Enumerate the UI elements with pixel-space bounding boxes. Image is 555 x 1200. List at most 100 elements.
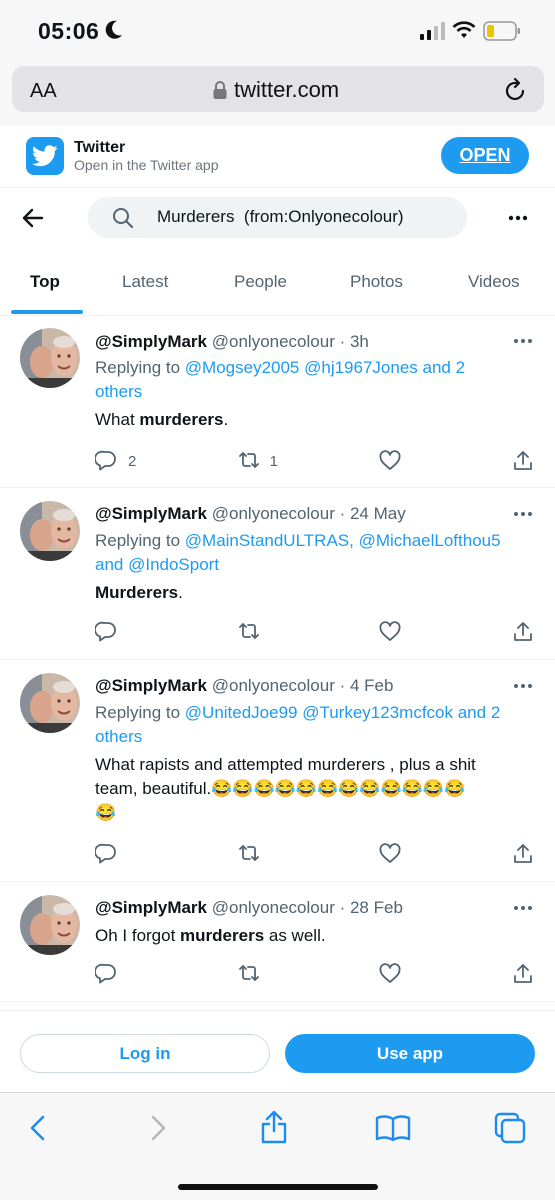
author-name[interactable]: @SimplyMark [95, 332, 207, 351]
reply-count: 2 [128, 452, 137, 470]
share-icon [514, 964, 532, 983]
more-options-icon[interactable] [513, 511, 533, 517]
back-arrow-icon[interactable] [22, 207, 44, 229]
retweet-icon [238, 965, 259, 981]
author-name[interactable]: @SimplyMark [95, 504, 207, 523]
tweet-actions [95, 962, 535, 986]
login-button[interactable]: Log in [20, 1034, 270, 1073]
wifi-icon [452, 21, 476, 38]
reply-icon [95, 963, 116, 984]
avatar[interactable] [20, 895, 80, 955]
tweet-text: What murderers. [95, 410, 229, 429]
like-button[interactable] [378, 620, 511, 644]
retweet-icon [238, 452, 259, 468]
tab-latest[interactable]: Latest [122, 272, 168, 292]
like-button[interactable] [378, 962, 511, 986]
avatar[interactable] [20, 501, 80, 561]
mention-links[interactable]: and @IndoSport [95, 555, 219, 574]
share-button[interactable] [511, 620, 535, 644]
text-size-button[interactable]: AA [30, 80, 57, 103]
bookmarks-icon[interactable] [375, 1114, 411, 1142]
handle-time: @onlyonecolour · 24 May [211, 504, 406, 523]
avatar[interactable] [20, 328, 80, 388]
avatar[interactable] [20, 673, 80, 733]
search-icon [113, 208, 134, 229]
tweet-header: @SimplyMark @onlyonecolour · 4 Feb [95, 676, 393, 696]
retweet-button[interactable]: 1 [237, 449, 379, 473]
reply-icon [95, 621, 116, 642]
banner-subtitle: Open in the Twitter app [74, 157, 219, 173]
share-icon [514, 451, 532, 470]
tweet-actions [95, 620, 535, 644]
mention-links[interactable]: @Mogsey2005 @hj1967Jones and 2 [185, 358, 465, 377]
tweet-text: Murderers. [95, 583, 183, 602]
more-options-icon[interactable] [508, 215, 528, 221]
retweet-button[interactable] [237, 962, 379, 986]
mention-links[interactable]: @MainStandULTRAS, @MichaelLofthou5 [185, 531, 501, 550]
active-tab-indicator [11, 310, 83, 314]
heart-icon [379, 963, 401, 983]
url-domain[interactable]: twitter.com [234, 77, 339, 103]
battery-icon [483, 21, 520, 41]
author-name[interactable]: @SimplyMark [95, 898, 207, 917]
reply-icon [95, 843, 116, 864]
heart-icon [379, 843, 401, 863]
mention-links[interactable]: @UnitedJoe99 @Turkey123mcfcok and 2 [185, 703, 501, 722]
reply-context: Replying to @UnitedJoe99 @Turkey123mcfco… [95, 703, 501, 746]
retweet-button[interactable] [237, 842, 379, 866]
more-options-icon[interactable] [513, 905, 533, 911]
tab-photos[interactable]: Photos [350, 272, 403, 292]
heart-icon [379, 621, 401, 641]
tweet-text: What rapists and attempted murderers , p… [95, 755, 476, 822]
like-button[interactable] [378, 449, 511, 473]
reply-button[interactable] [95, 620, 237, 644]
reply-context: Replying to @MainStandULTRAS, @MichaelLo… [95, 531, 501, 574]
use-app-button[interactable]: Use app [285, 1034, 535, 1073]
heart-icon [379, 450, 401, 470]
share-button[interactable] [511, 962, 535, 986]
tab-people[interactable]: People [234, 272, 287, 292]
lock-icon [213, 81, 227, 99]
status-time: 05:06 [38, 18, 100, 44]
tweet-header: @SimplyMark @onlyonecolour · 24 May [95, 504, 406, 524]
reply-context: Replying to @Mogsey2005 @hj1967Jones and… [95, 358, 466, 401]
tabs-icon[interactable] [494, 1112, 526, 1144]
moon-icon [105, 20, 122, 39]
cellular-signal-icon [420, 22, 445, 40]
retweet-count: 1 [269, 452, 278, 470]
tweet-text: Oh I forgot murderers as well. [95, 926, 326, 945]
browser-back-icon[interactable] [28, 1114, 48, 1142]
twitter-logo-icon [26, 137, 64, 175]
handle-time: @onlyonecolour · 28 Feb [211, 898, 403, 917]
others-link[interactable]: others [95, 382, 142, 401]
share-icon [514, 844, 532, 863]
home-indicator[interactable] [178, 1184, 378, 1190]
retweet-button[interactable] [237, 620, 379, 644]
author-name[interactable]: @SimplyMark [95, 676, 207, 695]
share-button[interactable] [511, 842, 535, 866]
share-sheet-icon[interactable] [259, 1110, 289, 1144]
more-options-icon[interactable] [513, 683, 533, 689]
search-query[interactable]: Murderers (from:Onlyonecolour) [157, 207, 404, 227]
tweet-header: @SimplyMark @onlyonecolour · 28 Feb [95, 898, 403, 918]
tweet-actions [95, 842, 535, 866]
open-app-button[interactable]: OPEN [441, 137, 529, 174]
retweet-icon [238, 845, 259, 861]
retweet-icon [238, 623, 259, 639]
reply-button[interactable] [95, 842, 237, 866]
banner-title: Twitter [74, 139, 126, 156]
tab-top[interactable]: Top [30, 272, 60, 292]
browser-forward-icon[interactable] [148, 1114, 168, 1142]
handle-time: @onlyonecolour · 4 Feb [211, 676, 394, 695]
tweet-actions: 2 1 [95, 449, 535, 473]
reply-button[interactable] [95, 962, 237, 986]
handle-time: @onlyonecolour · 3h [211, 332, 369, 351]
share-button[interactable] [511, 449, 535, 473]
reply-button[interactable]: 2 [95, 449, 237, 473]
like-button[interactable] [378, 842, 511, 866]
tab-videos[interactable]: Videos [468, 272, 520, 292]
reload-icon[interactable] [504, 77, 528, 103]
more-options-icon[interactable] [513, 338, 533, 344]
share-icon [514, 622, 532, 641]
others-link[interactable]: others [95, 727, 142, 746]
